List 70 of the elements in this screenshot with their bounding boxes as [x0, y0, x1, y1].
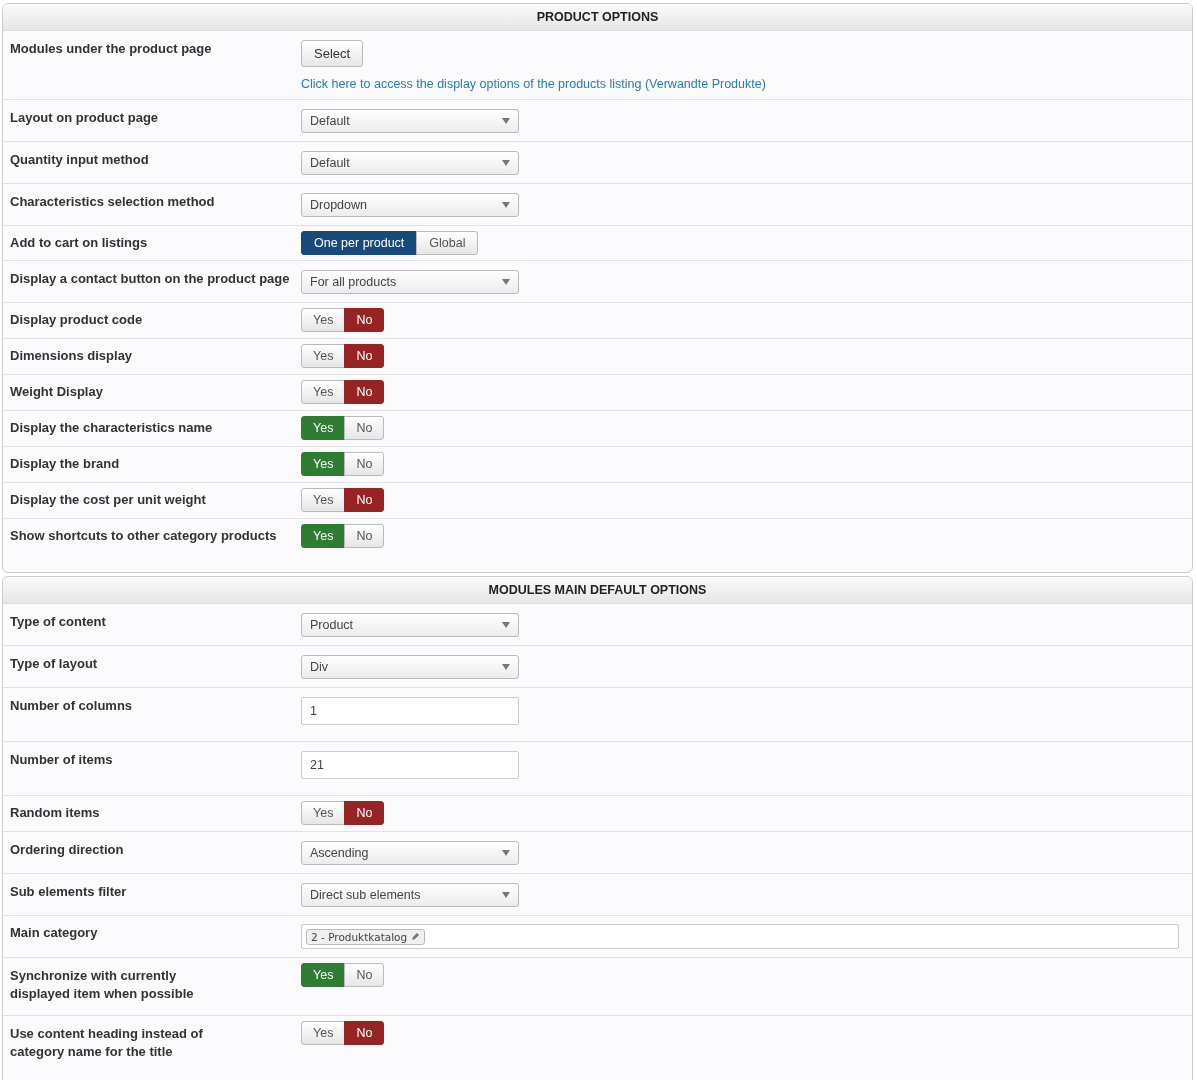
toggle-option[interactable]: Yes [301, 488, 346, 512]
toggle-option[interactable]: No [344, 380, 385, 404]
input-field[interactable]: 1 [301, 697, 519, 725]
dropdown[interactable]: Ascending [301, 841, 519, 865]
option-label: Display the brand [9, 455, 121, 473]
toggle-option[interactable]: No [344, 416, 385, 440]
toggle-option[interactable]: No [344, 963, 385, 987]
option-label: Weight Display [9, 383, 104, 401]
dropdown[interactable]: Dropdown [301, 193, 519, 217]
caret-icon [502, 664, 510, 670]
panel-title: MODULES MAIN DEFAULT OPTIONS [3, 577, 1192, 604]
option-label: Synchronize with currently displayed item when possible [9, 967, 195, 1003]
toggle-option[interactable]: No [344, 488, 385, 512]
option-label: Number of columns [9, 697, 134, 715]
dropdown[interactable]: For all products [301, 270, 519, 294]
caret-icon [502, 279, 510, 285]
toggle-option[interactable]: One per product [301, 231, 418, 255]
dropdown[interactable]: Product [301, 613, 519, 637]
option-label: Display product code [9, 311, 144, 329]
option-label: Use content heading instead of category name for the title [9, 1025, 204, 1061]
caret-icon [502, 160, 510, 166]
option-label: Random items [9, 804, 101, 822]
option-label: Quantity input method [9, 151, 150, 169]
pencil-icon [411, 932, 421, 941]
option-label: Ordering direction [9, 841, 125, 859]
category-tag[interactable]: 2 - Produktkatalog [306, 928, 426, 945]
option-label: Add to cart on listings [9, 234, 149, 252]
toggle-option[interactable]: No [344, 308, 385, 332]
input-field[interactable]: 21 [301, 751, 519, 779]
toggle-option[interactable]: Yes [301, 963, 346, 987]
toggle-option[interactable]: No [344, 524, 385, 548]
caret-icon [502, 622, 510, 628]
toggle-option[interactable]: Yes [301, 416, 346, 440]
toggle-option[interactable]: Yes [301, 308, 346, 332]
toggle-option[interactable]: Yes [301, 344, 346, 368]
option-label: Layout on product page [9, 109, 160, 127]
toggle-option[interactable]: Yes [301, 1021, 346, 1045]
option-label: Characteristics selection method [9, 193, 216, 211]
option-label: Dimensions display [9, 347, 134, 365]
select-button[interactable]: Select [301, 40, 364, 67]
option-label: Type of content [9, 613, 107, 631]
option-label: Type of layout [9, 655, 99, 673]
toggle-option[interactable]: No [344, 452, 385, 476]
toggle-option[interactable]: Yes [301, 524, 346, 548]
toggle-option[interactable]: Yes [301, 380, 346, 404]
dropdown[interactable]: Div [301, 655, 519, 679]
toggle-option[interactable]: No [344, 801, 385, 825]
option-label: Number of items [9, 751, 114, 769]
toggle-option[interactable]: Yes [301, 452, 346, 476]
dropdown[interactable]: Default [301, 109, 519, 133]
option-label: Display the characteristics name [9, 419, 214, 437]
caret-icon [502, 202, 510, 208]
toggle-option[interactable]: No [344, 344, 385, 368]
display-options-link[interactable]: Click here to access the display options of the products listing (Verwandte Produkte) [301, 77, 766, 91]
caret-icon [502, 850, 510, 856]
toggle-option[interactable]: Yes [301, 801, 346, 825]
caret-icon [502, 892, 510, 898]
category-field[interactable]: 2 - Produktkatalog [301, 924, 1179, 949]
dropdown[interactable]: Default [301, 151, 519, 175]
dropdown[interactable]: Direct sub elements [301, 883, 519, 907]
toggle-option[interactable]: No [344, 1021, 385, 1045]
panel-title: PRODUCT OPTIONS [3, 4, 1192, 31]
caret-icon [502, 118, 510, 124]
option-label: Modules under the product page [9, 40, 213, 58]
option-label: Main category [9, 924, 99, 942]
option-label: Sub elements filter [9, 883, 128, 901]
toggle-option[interactable]: Global [416, 231, 479, 255]
option-label: Display a contact button on the product page [9, 270, 291, 288]
option-label: Show shortcuts to other category products [9, 527, 278, 545]
option-label: Display the cost per unit weight [9, 491, 207, 509]
